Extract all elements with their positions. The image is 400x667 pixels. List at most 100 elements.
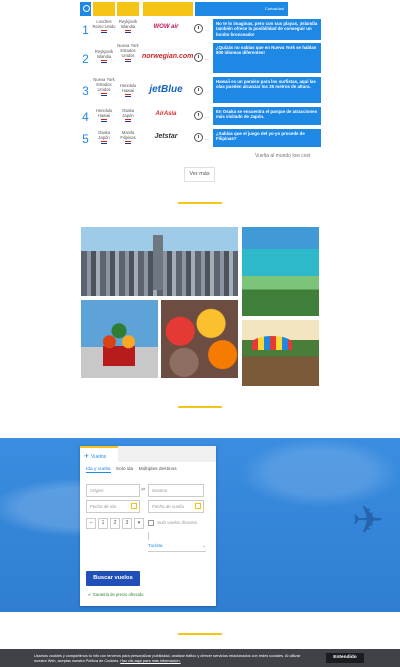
more-dots: ... xyxy=(205,56,210,62)
flag-icon xyxy=(101,60,107,63)
flag-icon xyxy=(101,119,107,122)
spices-photo[interactable] xyxy=(161,300,238,378)
flag-icon xyxy=(101,141,107,144)
flight-search-card: ✈ Vuelos Ida y vuelta Solo ida Múltiples … xyxy=(80,446,216,606)
fact-box: ¿Quizás no sabías que en Nueva York se h… xyxy=(213,43,321,73)
row-number: 1 xyxy=(82,23,89,37)
destination-city: Osaka Japón xyxy=(116,108,140,122)
destination-city: Manila Filipinas xyxy=(116,130,140,144)
passenger-dropdown[interactable]: ▾ xyxy=(134,518,144,529)
routes-table: Curiosidad 1 Londres Reino Unido Reykjav… xyxy=(80,0,321,150)
swap-icon[interactable]: ⇄ xyxy=(141,487,145,493)
trip-multi[interactable]: Múltiples destinos xyxy=(139,467,177,472)
cookie-info-link[interactable]: Haz clic aquí para más información. xyxy=(120,659,180,663)
table-row: 1 Londres Reino Unido Reykjavík Islandia… xyxy=(80,18,321,40)
table-row: 5 Osaka Japón Manila Filipinas Jetstar .… xyxy=(80,128,321,148)
destination-city: Reykjavík Islandia xyxy=(116,19,140,33)
row-number: 3 xyxy=(82,84,89,98)
fact-box: ¿Sabías que el juego del yo-yo procede d… xyxy=(213,129,321,147)
accept-cookies-button[interactable]: Entendido xyxy=(326,653,364,663)
origin-city: Nueva York Estados Unidos xyxy=(92,77,116,96)
plane-icon: ✈ xyxy=(84,454,90,460)
fact-box: Hawaii es un paraíso para los surfistas,… xyxy=(213,77,321,103)
row-number: 5 xyxy=(82,132,89,146)
cabin-class-select[interactable]: Turista ⌄ xyxy=(148,544,206,552)
table-header-caption: Curiosidad xyxy=(264,6,284,11)
row-number: 4 xyxy=(82,110,89,124)
return-date-input[interactable]: Fecha de vuelta xyxy=(148,500,204,513)
clock-icon xyxy=(194,24,203,33)
airline-logo[interactable]: Jetstar xyxy=(142,133,190,140)
origin-city: Reykjavík Islandia xyxy=(92,49,116,63)
fact-box: En Osaka se encuentra el parque de atrac… xyxy=(213,107,321,125)
airplane-icon: ✈ xyxy=(352,500,384,542)
section-divider xyxy=(178,633,222,635)
airline-logo[interactable]: AirAsia xyxy=(142,111,190,117)
table-row: 2 Reykjavík Islandia Nueva York Estados … xyxy=(80,42,321,74)
origin-input[interactable]: Origen xyxy=(86,484,140,497)
more-dots: ... xyxy=(205,114,210,120)
tab-flights[interactable]: ✈ Vuelos xyxy=(80,446,118,462)
airline-logo[interactable]: jetBlue xyxy=(142,84,190,95)
table-row: 3 Nueva York Estados Unidos Honolulu Haw… xyxy=(80,76,321,104)
table-header-to xyxy=(117,2,139,16)
clock-icon xyxy=(194,86,203,95)
flag-icon xyxy=(125,30,131,33)
direct-only-checkbox[interactable] xyxy=(148,520,154,526)
market-photo[interactable] xyxy=(242,320,319,386)
clock-icon xyxy=(194,133,203,142)
more-dots: ... xyxy=(205,27,210,33)
calendar-icon xyxy=(195,503,201,509)
origin-city: Osaka Japón xyxy=(92,130,116,144)
price-guarantee-note: ✔ Garantía de precio ofrecido xyxy=(88,592,144,597)
field-divider xyxy=(148,532,149,540)
origin-city: Honolulu Hawaii xyxy=(92,108,116,122)
calendar-icon xyxy=(131,503,137,509)
new-york-photo[interactable] xyxy=(81,227,238,296)
cookie-text: Usamos cookies y compartimos tu info con… xyxy=(34,654,301,663)
passenger-option-1[interactable]: 1 xyxy=(98,518,108,529)
clock-icon xyxy=(194,111,203,120)
direct-only-label: Solo vuelos directos xyxy=(157,520,198,525)
flag-icon xyxy=(125,141,131,144)
see-more-button[interactable]: Ver más xyxy=(184,167,215,182)
passenger-option-3[interactable]: 3 xyxy=(122,518,132,529)
row-number: 2 xyxy=(82,52,89,66)
section-divider xyxy=(178,406,222,408)
clock-icon xyxy=(194,53,203,62)
passenger-decrease[interactable]: – xyxy=(86,518,96,529)
beach-photo[interactable] xyxy=(242,227,319,316)
more-dots: ... xyxy=(205,89,210,95)
trip-round[interactable]: Ida y vuelta xyxy=(86,467,111,473)
table-row: 4 Honolulu Hawaii Osaka Japón AirAsia ..… xyxy=(80,106,321,126)
trip-type-selector: Ida y vuelta Solo ida Múltiples destinos xyxy=(86,467,181,473)
more-dots: ... xyxy=(205,136,210,142)
flag-icon xyxy=(125,94,131,97)
table-header-fact: Curiosidad xyxy=(195,2,288,16)
search-flights-button[interactable]: Buscar vuelos xyxy=(86,571,140,586)
airline-logo[interactable]: WOW air xyxy=(142,24,190,30)
table-caption: Vuelta al mundo low cost xyxy=(255,153,311,159)
table-header-from xyxy=(93,2,115,16)
destination-city: Honolulu Hawaii xyxy=(116,83,140,97)
passenger-option-2[interactable]: 2 xyxy=(110,518,120,529)
destination-city: Nueva York Estados Unidos xyxy=(116,43,140,62)
cookie-banner: Usamos cookies y compartimos tu info con… xyxy=(0,649,400,667)
flag-icon xyxy=(125,59,131,62)
airline-logo[interactable]: norwegian.com xyxy=(142,53,193,60)
flag-icon xyxy=(125,119,131,122)
depart-date-input[interactable]: Fecha de ida xyxy=(86,500,140,513)
origin-city: Londres Reino Unido xyxy=(92,19,116,33)
section-divider xyxy=(178,202,222,204)
chevron-down-icon: ⌄ xyxy=(201,544,206,549)
moscow-photo[interactable] xyxy=(81,300,158,378)
tab-flights-label: Vuelos xyxy=(91,454,107,460)
flag-icon xyxy=(101,93,107,96)
trip-oneway[interactable]: Solo ida xyxy=(116,467,133,472)
destination-input[interactable]: Destino xyxy=(148,484,204,497)
table-header-number xyxy=(80,2,91,16)
flag-icon xyxy=(101,30,107,33)
table-header-airline xyxy=(143,2,193,16)
tab-bar xyxy=(118,446,216,462)
fact-box: No te lo imaginas, pero con sus playas, … xyxy=(213,19,321,40)
